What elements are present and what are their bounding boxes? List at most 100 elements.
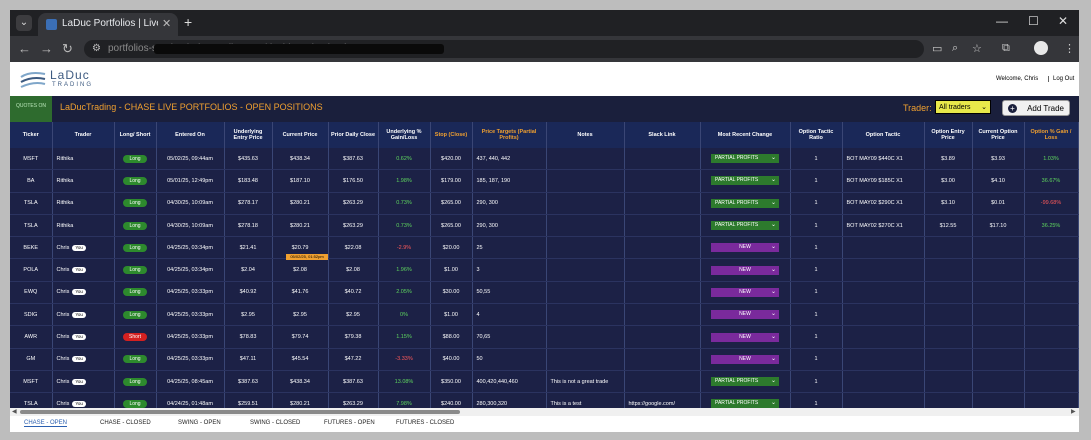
scroll-left-icon[interactable]: ◀ (12, 408, 17, 415)
profile-avatar-icon[interactable] (1034, 41, 1048, 55)
cast-icon[interactable]: ▭ (932, 42, 942, 55)
scroll-right-icon[interactable]: ▶ (1071, 408, 1076, 415)
cell-opt-entry: $3.10 (924, 192, 973, 215)
column-header[interactable]: Option % Gain / Loss (1024, 122, 1079, 148)
cell-opt-entry (924, 303, 973, 327)
tab-chase-closed[interactable]: CHASE - CLOSED (100, 420, 151, 426)
most-recent-change-select[interactable]: PARTIAL PROFITS ⌄ (711, 154, 779, 164)
cell-entered: 04/30/25, 10:09am (156, 192, 225, 215)
tab-futures-closed[interactable]: FUTURES - CLOSED (396, 420, 454, 426)
most-recent-change-select[interactable]: PARTIAL PROFITS ⌄ (711, 176, 779, 186)
bookmark-star-icon[interactable]: ☆ (972, 42, 982, 55)
trader-name: Chris (56, 356, 70, 363)
back-icon[interactable]: ← (18, 41, 31, 56)
close-tab-icon[interactable]: ✕ (162, 17, 171, 30)
tab-swing-closed[interactable]: SWING - CLOSED (250, 420, 300, 426)
extensions-icon[interactable]: ⧉ (1002, 42, 1010, 55)
close-window-icon[interactable]: ✕ (1058, 14, 1068, 28)
scrollbar-thumb[interactable] (20, 410, 460, 414)
table-row[interactable]: MSFT Rithika Long 05/02/25, 09:44am $435.63 $… (10, 148, 1079, 171)
trader-name: Rithika (56, 155, 74, 162)
tab-search-icon[interactable]: ⌄ (16, 15, 32, 31)
column-header[interactable]: Underlying Entry Price (224, 122, 273, 148)
plus-circle-icon: + (1008, 104, 1017, 113)
trader-filter-select[interactable]: All traders ⌄ (935, 100, 991, 114)
cell-tactic (842, 303, 925, 327)
new-tab-icon[interactable]: + (184, 14, 192, 30)
horizontal-scrollbar[interactable]: ◀ ▶ (10, 408, 1079, 416)
long-badge: Long (123, 266, 147, 275)
column-header[interactable]: Option Entry Price (924, 122, 973, 148)
cell-opt-entry (924, 236, 973, 260)
cell-ticker: BA (10, 169, 53, 193)
table-row[interactable]: MSFT Chris You Long 04/25/25, 08:45am $387.63… (10, 370, 1079, 394)
table-row[interactable]: POLA Chris You Long 04/25/25, 03:34pm $2.04 $2… (10, 258, 1079, 282)
table-row[interactable]: TSLA Rithika Long 04/30/25, 10:09am $278.18 $… (10, 214, 1079, 238)
most-recent-change-select[interactable]: PARTIAL PROFITS ⌄ (711, 377, 779, 387)
menu-kebab-icon[interactable]: ⋮ (1064, 42, 1075, 55)
add-trade-label: Add Trade (1027, 104, 1064, 113)
table-row[interactable]: AWR Chris You Short 04/25/25, 03:33pm $78.83 $… (10, 325, 1079, 349)
add-trade-button[interactable]: + Add Trade (1002, 100, 1070, 116)
most-recent-change-select[interactable]: NEW ⌄ (711, 310, 779, 320)
cell-gain: 2.05% (378, 281, 431, 305)
site-info-icon[interactable]: ⚙ (92, 43, 101, 54)
cell-ratio: 1 (790, 348, 843, 371)
cell-change: PARTIAL PROFITS ⌄ (700, 148, 791, 171)
column-header[interactable]: Ticker (10, 122, 53, 148)
column-header[interactable]: Stop (Close) (430, 122, 473, 148)
column-header[interactable]: Underlying % Gain/Loss (378, 122, 431, 148)
most-recent-change-select[interactable]: PARTIAL PROFITS ⌄ (711, 198, 779, 208)
column-header[interactable]: Notes (546, 122, 625, 148)
most-recent-change-select[interactable]: NEW ⌄ (711, 354, 779, 364)
cell-slack[interactable]: https://google.com/ (624, 392, 701, 408)
most-recent-change-select[interactable]: NEW ⌄ (711, 243, 779, 253)
most-recent-change-select[interactable]: NEW ⌄ (711, 287, 779, 297)
chevron-down-icon: ⌄ (770, 177, 776, 184)
cell-current: $438.34 (272, 370, 329, 394)
minimize-icon[interactable]: — (996, 14, 1008, 28)
forward-icon[interactable]: → (40, 41, 53, 56)
long-badge: Long (123, 355, 147, 364)
cell-side: Long (114, 348, 157, 371)
table-row[interactable]: TSLA Rithika Long 04/30/25, 10:09am $278.17 $… (10, 192, 1079, 215)
column-header[interactable]: Option Tactic Ratio (790, 122, 843, 148)
browser-tab-active[interactable]: LaDuc Portfolios | Live Portfolio ✕ (38, 13, 178, 36)
column-header[interactable]: Price Targets (Partial Profits) (472, 122, 547, 148)
cell-tactic (842, 281, 925, 305)
column-header[interactable]: Entered On (156, 122, 225, 148)
table-row[interactable]: BEKE Chris You Long 04/25/25, 03:34pm $21.41 $… (10, 236, 1079, 260)
table-row[interactable]: EWQ Chris You Long 04/25/25, 03:33pm $40.92 $4… (10, 281, 1079, 305)
logo-sub: TRADING (52, 82, 93, 88)
maximize-icon[interactable]: ☐ (1028, 14, 1039, 28)
cell-ticker: TSLA (10, 192, 53, 215)
column-header[interactable]: Current Price (272, 122, 329, 148)
column-header[interactable]: Slack Link (624, 122, 701, 148)
column-header[interactable]: Trader (52, 122, 115, 148)
most-recent-change-select[interactable]: PARTIAL PROFITS ⌄ (711, 221, 779, 231)
table-row[interactable]: GM Chris You Long 04/25/25, 03:33pm $47.11 $45… (10, 348, 1079, 371)
most-recent-change-select[interactable]: PARTIAL PROFITS ⌄ (711, 399, 779, 408)
most-recent-change-select[interactable]: NEW ⌄ (711, 332, 779, 342)
tab-chase-open[interactable]: CHASE - OPEN (24, 420, 68, 427)
you-badge: You (72, 378, 86, 385)
reload-icon[interactable]: ↻ (62, 41, 73, 57)
logout-link[interactable]: Log Out (1048, 76, 1074, 82)
column-header[interactable]: Option Tactic (842, 122, 925, 148)
table-row[interactable]: SDIG Chris You Long 04/25/25, 03:33pm $2.95 $2… (10, 303, 1079, 327)
column-header[interactable]: Most Recent Change (700, 122, 791, 148)
tab-swing-open[interactable]: SWING - OPEN (178, 420, 221, 426)
column-header[interactable]: Prior Daily Close (328, 122, 379, 148)
table-row[interactable]: BA Rithika Long 05/01/25, 12:49pm $183.48 $18… (10, 169, 1079, 193)
most-recent-change-select[interactable]: NEW ⌄ (711, 265, 779, 275)
table-row[interactable]: TSLA Chris You Long 04/24/25, 01:48am $259.51… (10, 392, 1079, 408)
column-header[interactable]: Long/ Short (114, 122, 157, 148)
quotes-toggle-button[interactable]: QUOTES ON (10, 96, 52, 122)
column-header[interactable]: Current Option Price (972, 122, 1025, 148)
zoom-icon[interactable]: ⌕ (952, 42, 958, 55)
tab-futures-open[interactable]: FUTURES - OPEN (324, 420, 375, 426)
cell-current: $45.54 (272, 348, 329, 371)
omnibox[interactable]: ⚙ portfolios-staging.laducTrading.app/da… (84, 40, 924, 58)
positions-table-container[interactable]: Ticker Trader Long/ Short Entered On Underly… (10, 122, 1079, 408)
cell-tactic (842, 258, 925, 282)
